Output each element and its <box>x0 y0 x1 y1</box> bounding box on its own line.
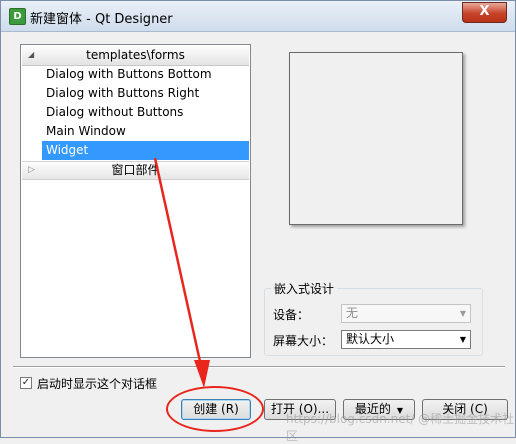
template-item-dialog-without-buttons[interactable]: Dialog without Buttons <box>42 103 249 122</box>
tree-header-widgets[interactable]: ▷ 窗口部件 <box>22 161 249 180</box>
screen-size-combo[interactable]: 默认大小 ▼ <box>341 330 471 349</box>
show-on-startup-checkbox[interactable]: ✓ <box>20 377 32 389</box>
device-combo[interactable]: 无 ▼ <box>341 304 471 323</box>
device-combo-value: 无 <box>346 306 359 320</box>
embedded-design-title: 嵌入式设计 <box>271 280 338 297</box>
tree-header-label: templates\forms <box>86 48 185 62</box>
new-form-dialog: D 新建窗体 - Qt Designer X ◢ templates\forms… <box>0 0 516 438</box>
template-item-dialog-buttons-right[interactable]: Dialog with Buttons Right <box>42 84 249 103</box>
collapse-arrow-icon[interactable]: ◢ <box>28 46 34 64</box>
tree-header-templates-forms[interactable]: ◢ templates\forms <box>22 46 249 66</box>
form-preview <box>289 52 463 225</box>
qt-designer-icon: D <box>9 8 26 25</box>
separator <box>13 366 505 368</box>
window-title: 新建窗体 - Qt Designer <box>30 12 173 27</box>
screen-size-label: 屏幕大小： <box>273 334 334 348</box>
expand-arrow-icon[interactable]: ▷ <box>28 162 35 178</box>
show-on-startup-label[interactable]: 启动时显示这个对话框 <box>37 375 157 392</box>
annotation-ellipse <box>166 386 264 432</box>
chevron-down-icon: ▼ <box>459 309 466 318</box>
screen-size-combo-value: 默认大小 <box>346 332 395 346</box>
window-close-button[interactable]: X <box>462 2 507 23</box>
device-label: 设备： <box>273 308 310 322</box>
watermark: https://blog.csdn.net/ @稀土掘金技术社区 <box>286 412 515 443</box>
template-tree[interactable]: ◢ templates\forms Dialog with Buttons Bo… <box>20 44 251 358</box>
tree-header-widgets-label: 窗口部件 <box>111 163 160 177</box>
template-item-dialog-buttons-bottom[interactable]: Dialog with Buttons Bottom <box>42 65 249 84</box>
template-item-widget[interactable]: Widget <box>42 141 249 160</box>
title-bar: D 新建窗体 - Qt Designer X <box>1 1 515 32</box>
template-item-main-window[interactable]: Main Window <box>42 122 249 141</box>
chevron-down-icon: ▼ <box>459 335 466 344</box>
